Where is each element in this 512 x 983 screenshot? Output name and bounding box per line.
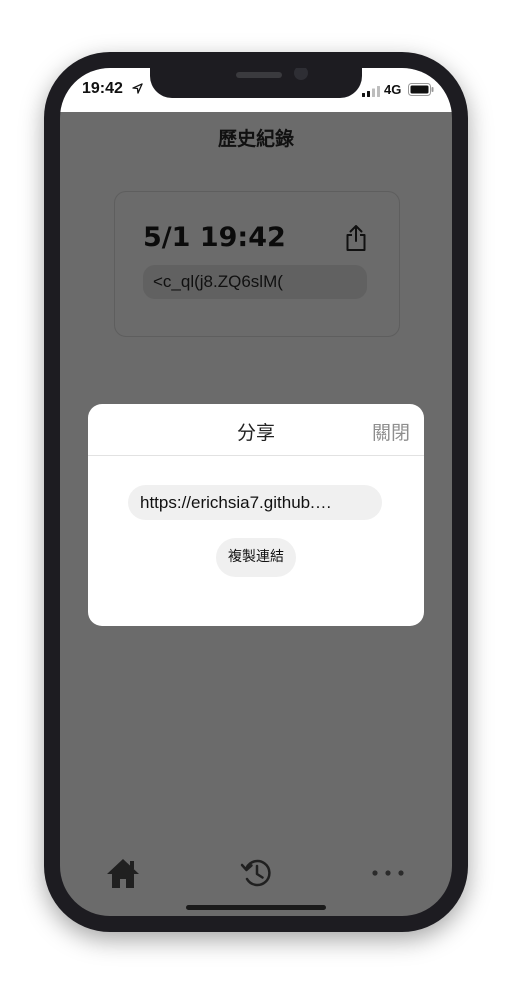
history-item-code: <c_ql(j8.ZQ6slM( [143,265,367,299]
close-button[interactable]: 關閉 [372,418,410,445]
share-icon[interactable] [345,224,367,252]
history-item-time: 5/1 19:42 [143,222,286,253]
dialog-divider [88,455,424,456]
location-icon [132,83,143,94]
status-time: 19:42 [82,80,123,97]
page-title: 歷史紀錄 [217,128,294,150]
app-screen: 19:42 4G 歷史紀錄 5/1 19:42 <c_ql(j8.ZQ6slM(… [60,68,452,916]
copy-link-button[interactable]: 複製連結 [216,538,296,577]
history-card[interactable]: 5/1 19:42 <c_ql(j8.ZQ6slM( [114,191,400,337]
home-icon[interactable] [106,857,140,889]
front-camera [294,68,308,80]
share-url-field[interactable]: https://erichsia7.github.… [128,485,382,520]
notch [150,68,362,98]
status-bar: 19:42 4G [60,68,452,112]
speaker-grille [236,72,282,78]
network-type: 4G [384,82,402,97]
home-indicator[interactable] [186,905,326,910]
more-icon[interactable] [370,868,406,878]
signal-icon [362,86,380,97]
share-dialog: 分享 關閉 https://erichsia7.github.… 複製連結 [88,404,424,626]
battery-icon [408,83,434,96]
history-icon[interactable] [240,856,274,890]
header-bar: 歷史紀錄 [60,112,452,164]
